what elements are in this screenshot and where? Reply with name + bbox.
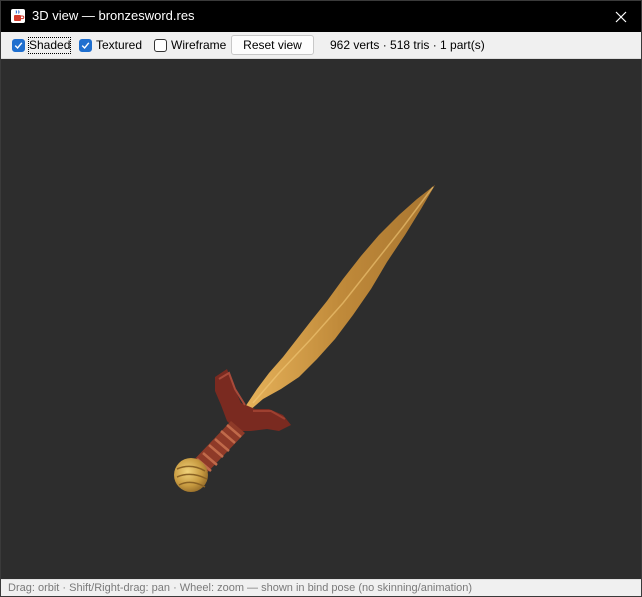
wireframe-checkbox[interactable]: Wireframe [154,38,226,53]
3d-viewport[interactable] [1,59,641,579]
check-icon [81,42,90,50]
wireframe-check-box[interactable] [154,39,167,52]
sword-model [174,185,435,492]
close-button[interactable] [601,1,641,32]
viewer-window: 3D view — bronzesword.res Shaded Texture… [0,0,642,597]
mesh-stats: 962 verts · 518 tris · 1 part(s) [330,38,485,52]
toolbar: Shaded Textured Wireframe Reset view 962… [1,32,641,59]
close-icon [615,11,627,22]
shaded-checkbox[interactable]: Shaded [12,37,72,54]
sword-blade [245,185,435,411]
controls-hint: Drag: orbit · Shift/Right-drag: pan · Wh… [8,582,473,594]
textured-check-box[interactable] [79,39,92,52]
status-bar: Drag: orbit · Shift/Right-drag: pan · Wh… [1,579,641,596]
title-bar[interactable]: 3D view — bronzesword.res [1,1,641,32]
wireframe-label: Wireframe [171,38,227,52]
shaded-check-box[interactable] [12,39,25,52]
reset-view-button[interactable]: Reset view [231,35,314,55]
textured-checkbox[interactable]: Textured [79,38,142,53]
check-icon [14,42,23,50]
window-title: 3D view — bronzesword.res [32,8,195,23]
textured-label: Textured [96,38,143,52]
java-cup-icon [11,9,25,23]
shaded-label: Shaded [27,37,72,54]
